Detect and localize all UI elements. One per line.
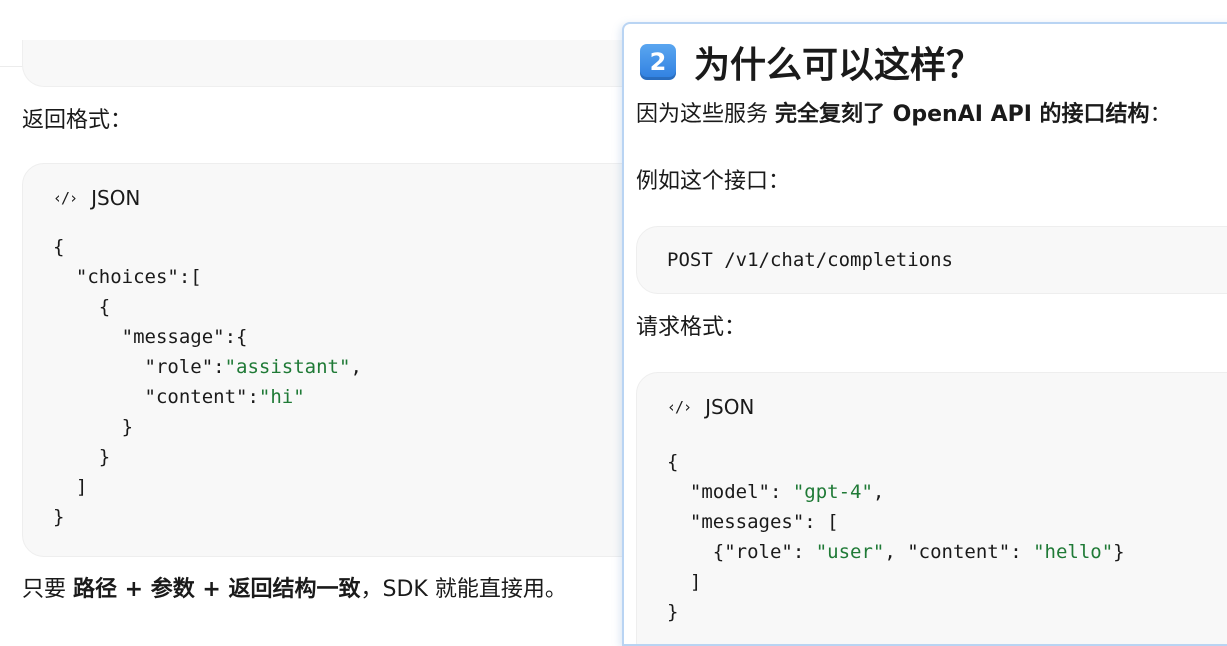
explanation-panel: 2 为什么可以这样？ 因为这些服务 完全复刻了 OpenAI API 的接口结构… (622, 22, 1227, 646)
intro-text: 因为这些服务 完全复刻了 OpenAI API 的接口结构： (636, 100, 1172, 130)
code-token: } (1113, 541, 1125, 563)
code-token: } (53, 416, 134, 438)
code-string: "assistant" (224, 356, 351, 378)
previous-code-block (22, 40, 644, 87)
code-token: "messages": [ (667, 511, 839, 533)
code-token: ] (53, 476, 88, 498)
code-token: "content": (53, 386, 259, 408)
code-token: { (53, 296, 111, 318)
code-token: {"role": (667, 541, 816, 563)
code-token: "model": (667, 481, 793, 503)
code-line: "choices":[ (53, 262, 362, 292)
section-title: 为什么可以这样？ (694, 45, 983, 86)
code-line: } (53, 412, 362, 442)
code-token: "role": (53, 356, 225, 378)
code-token: } (53, 506, 65, 528)
code-header: ‹/› JSON (53, 186, 140, 210)
code-token: { (667, 451, 679, 473)
code-string: "user" (815, 541, 885, 563)
conclusion-text: 只要 路径 + 参数 + 返回结构一致，SDK 就能直接用。 (22, 575, 567, 605)
response-code-lines: { "choices":[ { "message":{ "role":"assi… (53, 232, 362, 532)
code-header: ‹/› JSON (667, 395, 754, 419)
code-language: JSON (91, 186, 141, 210)
code-line: } (53, 502, 362, 532)
code-token: ] (667, 571, 702, 593)
code-token: "message":{ (53, 326, 248, 348)
code-line: {"role": "user", "content": "hello"} (667, 537, 1125, 567)
code-language: JSON (705, 395, 755, 419)
example-label: 例如这个接口： (636, 169, 791, 194)
code-icon: ‹/› (667, 398, 692, 416)
code-line: } (53, 442, 362, 472)
endpoint-text: POST /v1/chat/completions (667, 249, 953, 271)
request-code-lines: { "model": "gpt-4", "messages": [ {"role… (667, 447, 1125, 627)
response-code-block[interactable]: ‹/› JSON { "choices":[ { "message":{ "ro… (22, 163, 664, 557)
code-line: "message":{ (53, 322, 362, 352)
conclusion-bold: 路径 + 参数 + 返回结构一致 (73, 577, 361, 602)
code-line: "content":"hi" (53, 382, 362, 412)
code-token: } (53, 446, 111, 468)
intro-bold: 完全复刻了 OpenAI API 的接口结构 (775, 102, 1150, 127)
code-line: { (667, 447, 1125, 477)
intro-suffix: ： (1149, 102, 1172, 127)
code-line: "model": "gpt-4", (667, 477, 1125, 507)
code-token: , (350, 356, 362, 378)
endpoint-code-block[interactable]: POST /v1/chat/completions (636, 226, 1227, 294)
conclusion-suffix: ，SDK 就能直接用。 (360, 577, 567, 602)
code-line: ] (53, 472, 362, 502)
code-line: } (667, 597, 1125, 627)
code-line: "messages": [ (667, 507, 1125, 537)
code-token: { (53, 236, 65, 258)
returns-label: 返回格式： (22, 108, 133, 133)
code-line: { (53, 232, 362, 262)
code-token: } (667, 601, 679, 623)
section-heading: 2 为什么可以这样？ (640, 36, 982, 88)
intro-prefix: 因为这些服务 (636, 102, 775, 127)
code-token: "choices":[ (53, 266, 202, 288)
code-token: , (872, 481, 885, 503)
code-line: "role":"assistant", (53, 352, 362, 382)
request-code-block[interactable]: ‹/› JSON { "model": "gpt-4", "messages":… (636, 372, 1227, 644)
number-two-icon: 2 (640, 44, 676, 80)
code-string: "hello" (1033, 541, 1114, 563)
code-line: { (53, 292, 362, 322)
code-icon: ‹/› (53, 189, 78, 207)
request-label: 请求格式： (636, 315, 747, 340)
code-line: ] (667, 567, 1125, 597)
code-string: "gpt-4" (792, 481, 873, 503)
code-string: "hi" (258, 386, 305, 408)
code-token: , "content": (884, 541, 1034, 563)
conclusion-prefix: 只要 (22, 577, 73, 602)
